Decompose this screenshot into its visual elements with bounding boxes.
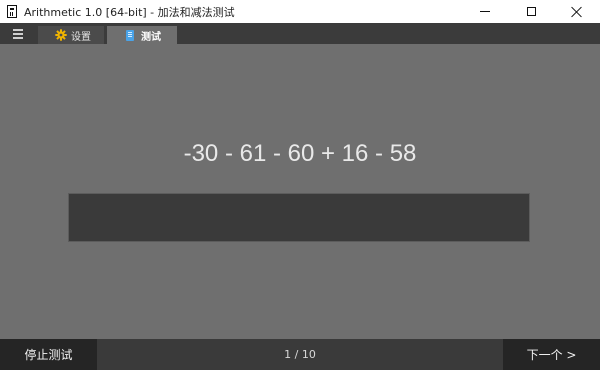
close-icon [571, 6, 583, 18]
answer-input[interactable] [68, 193, 530, 242]
progress-counter: 1 / 10 [284, 348, 316, 361]
math-expression: -30 - 61 - 60 + 16 - 58 [183, 140, 417, 167]
tab-settings[interactable]: 设置 [38, 26, 104, 44]
tab-test-label: 测试 [141, 31, 161, 43]
tab-settings-label: 设置 [71, 31, 91, 43]
document-icon [126, 29, 134, 41]
maximize-icon [526, 7, 536, 16]
window-controls [462, 0, 600, 23]
minimize-icon [480, 11, 490, 12]
minimize-button[interactable] [462, 0, 508, 23]
next-button[interactable]: 下一个 > [503, 339, 600, 370]
calculator-icon [7, 5, 17, 18]
stop-test-button[interactable]: 停止测试 [0, 339, 97, 370]
hamburger-menu-icon[interactable] [8, 23, 28, 44]
close-button[interactable] [554, 0, 600, 23]
window-title: Arithmetic 1.0 [64-bit] - 加法和减法测试 [24, 5, 235, 19]
bottom-bar: 停止测试 1 / 10 下一个 > [0, 339, 600, 370]
tab-test[interactable]: 测试 [107, 26, 177, 44]
maximize-button[interactable] [508, 0, 554, 23]
tab-bar: 设置 测试 [0, 23, 600, 44]
gear-icon [55, 29, 67, 41]
title-bar: Arithmetic 1.0 [64-bit] - 加法和减法测试 [0, 0, 600, 23]
